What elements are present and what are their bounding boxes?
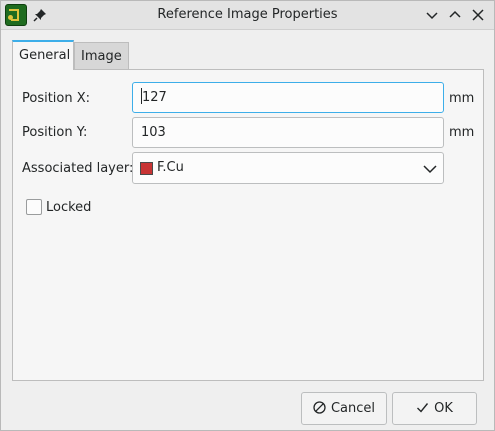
layer-select-value: F.Cu <box>157 160 184 175</box>
position-x-field[interactable]: 127 <box>132 82 444 113</box>
minimize-button[interactable] <box>423 6 441 24</box>
tab-image[interactable]: Image <box>74 42 129 70</box>
tab-general[interactable]: General <box>12 40 74 70</box>
layer-label: Associated layer: <box>22 161 134 176</box>
window-title: Reference Image Properties <box>157 7 338 22</box>
layer-color-swatch <box>140 162 153 175</box>
position-x-label: Position X: <box>22 91 91 106</box>
position-y-field[interactable]: 103 <box>132 117 444 148</box>
general-panel <box>12 69 484 381</box>
locked-label[interactable]: Locked <box>46 200 91 215</box>
checkmark-icon <box>417 403 429 413</box>
position-y-value: 103 <box>141 125 166 140</box>
cancel-icon <box>313 401 326 414</box>
position-y-unit: mm <box>449 125 475 140</box>
position-y-label: Position Y: <box>22 125 88 140</box>
ok-label: OK <box>434 401 453 416</box>
cancel-label: Cancel <box>330 401 376 416</box>
position-x-unit: mm <box>449 91 475 106</box>
layer-select[interactable]: F.Cu <box>132 152 444 184</box>
close-icon <box>472 9 484 21</box>
chevron-down-icon <box>426 12 438 20</box>
position-x-value: 127 <box>142 90 167 105</box>
chevron-up-icon <box>449 10 461 18</box>
ok-button[interactable]: OK <box>392 392 477 425</box>
locked-checkbox[interactable] <box>26 199 42 215</box>
cancel-button[interactable]: Cancel <box>301 392 387 425</box>
chevron-down-icon <box>423 165 437 174</box>
dialog-window: Reference Image Properties General Image… <box>0 0 495 431</box>
title-bar[interactable]: Reference Image Properties <box>1 1 494 30</box>
close-button[interactable] <box>469 6 487 24</box>
maximize-button[interactable] <box>446 6 464 24</box>
